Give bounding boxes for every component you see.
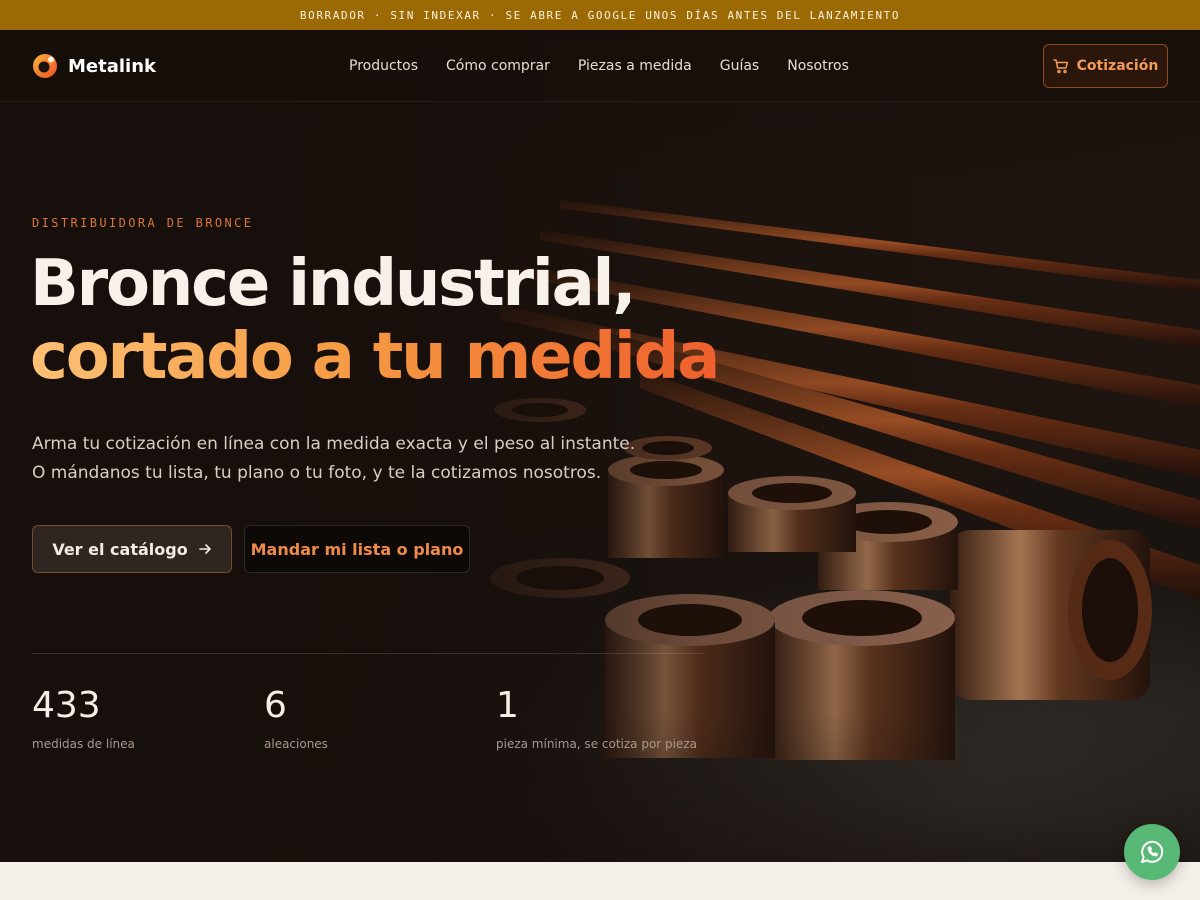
stats-divider (32, 653, 704, 654)
quote-button-label: Cotización (1076, 58, 1159, 74)
stat-label: pieza mínima, se cotiza por pieza (496, 737, 698, 751)
subtitle-line-2: O mándanos tu lista, tu plano o tu foto,… (32, 463, 602, 483)
arrow-right-icon (198, 544, 211, 554)
draft-banner-text: BORRADOR · SIN INDEXAR · SE ABRE A GOOGL… (299, 8, 901, 22)
subtitle-line-1: Arma tu cotización en línea con la medid… (32, 434, 636, 454)
cart-icon (1052, 59, 1068, 74)
stat-label: aleaciones (264, 737, 328, 751)
primary-menu: Productos Cómo comprar Piezas a medida G… (349, 58, 849, 74)
brand-logo[interactable]: Metalink (32, 53, 156, 79)
stat-minimum-piece: 1 pieza mínima, se cotiza por pieza (496, 685, 697, 751)
nav-item-piezas-a-medida[interactable]: Piezas a medida (578, 58, 692, 74)
view-catalog-button[interactable]: Ver el catálogo (32, 525, 232, 573)
stat-value: 6 (264, 685, 287, 726)
brand-name: Metalink (68, 55, 156, 77)
send-list-button[interactable]: Mandar mi lista o plano (244, 525, 470, 573)
stat-sizes: 433 medidas de línea (32, 685, 135, 751)
main-navbar: Metalink Productos Cómo comprar Piezas a… (0, 30, 1200, 102)
send-list-label: Mandar mi lista o plano (250, 539, 464, 559)
whatsapp-icon (1141, 840, 1164, 863)
view-catalog-label: Ver el catálogo (52, 539, 188, 559)
whatsapp-button[interactable] (1124, 824, 1180, 880)
quote-button[interactable]: Cotización (1043, 44, 1168, 88)
nav-item-guias[interactable]: Guías (720, 58, 759, 74)
hero-headline: Bronce industrial, cortado a tu medida (30, 248, 750, 394)
stat-value: 1 (496, 685, 519, 726)
stat-value: 433 (32, 685, 101, 726)
nav-item-productos[interactable]: Productos (349, 58, 418, 74)
hero-section: Metalink Productos Cómo comprar Piezas a… (0, 30, 1200, 862)
headline-line-1: Bronce industrial, (30, 247, 637, 321)
stat-label: medidas de línea (32, 737, 135, 751)
stat-alloys: 6 aleaciones (264, 685, 328, 751)
circle-logo-icon (33, 54, 57, 78)
hero-subtitle: Arma tu cotización en línea con la medid… (32, 430, 672, 488)
nav-item-como-comprar[interactable]: Cómo comprar (446, 58, 550, 74)
draft-banner: BORRADOR · SIN INDEXAR · SE ABRE A GOOGL… (0, 0, 1200, 30)
hero-eyebrow: DISTRIBUIDORA DE BRONCE (32, 216, 254, 230)
nav-item-nosotros[interactable]: Nosotros (787, 58, 849, 74)
headline-line-2: cortado a tu medida (30, 321, 750, 394)
